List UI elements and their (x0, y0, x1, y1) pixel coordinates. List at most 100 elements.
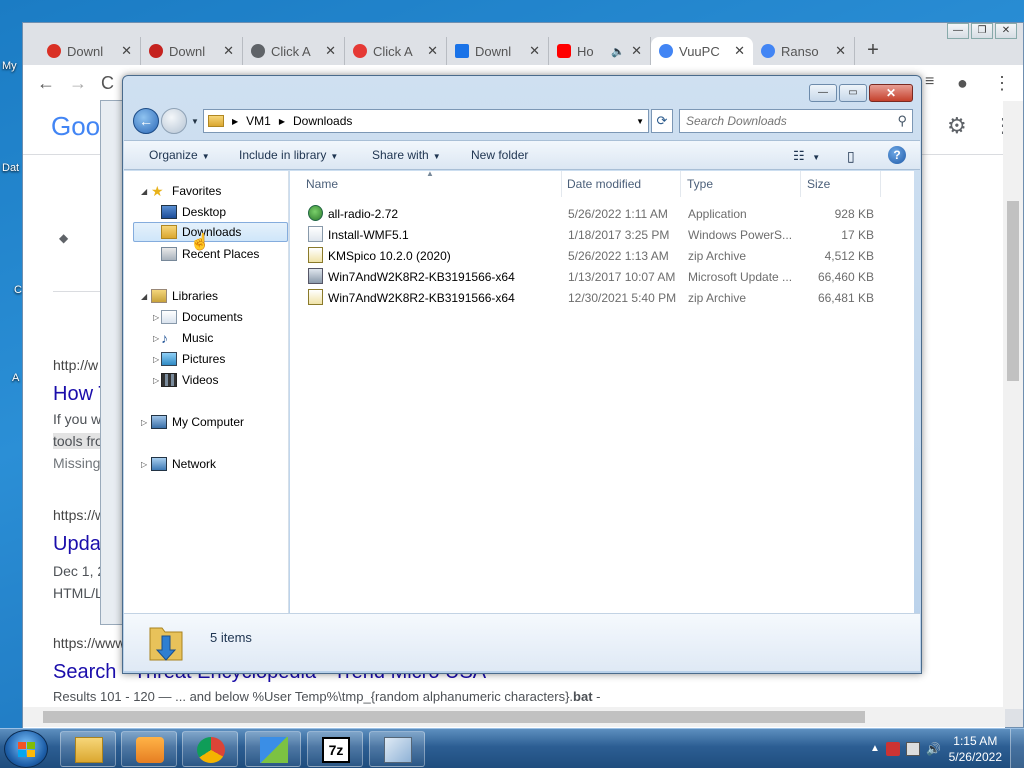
browser-tab[interactable]: Downl ✕ (39, 37, 141, 65)
file-row[interactable]: all-radio-2.72 5/26/2022 1:11 AM Applica… (290, 203, 914, 224)
search-icon[interactable]: ⚲ (897, 113, 907, 129)
new-folder-button[interactable]: New folder (471, 148, 528, 162)
back-arrow-icon[interactable]: ← (37, 73, 55, 94)
scroll-thumb[interactable] (1007, 201, 1019, 381)
show-desktop-button[interactable] (1010, 729, 1024, 768)
nav-downloads[interactable]: Downloads (133, 222, 288, 242)
maximize-button[interactable]: ▭ (839, 84, 867, 102)
preview-pane-icon[interactable]: ▯ (847, 148, 855, 165)
volume-icon[interactable]: 🔊 (926, 742, 941, 756)
taskbar-explorer-button[interactable] (60, 731, 116, 767)
help-icon[interactable]: ? (888, 146, 906, 164)
show-hidden-icons-icon[interactable]: ▲ (870, 743, 880, 754)
expand-arrow-icon[interactable]: ▷ (141, 418, 147, 427)
nav-pictures[interactable]: Pictures (161, 349, 225, 369)
network-tray-icon[interactable] (906, 742, 920, 756)
breadcrumb-item[interactable]: Downloads (293, 114, 352, 128)
nav-recent-places[interactable]: Recent Places (161, 244, 259, 264)
breadcrumb-item[interactable]: VM1 (246, 114, 271, 128)
nav-network[interactable]: Network (151, 454, 216, 474)
tab-close-icon[interactable]: ✕ (427, 43, 438, 59)
minimize-button[interactable]: — (947, 23, 969, 39)
taskbar-media-player-button[interactable] (121, 731, 177, 767)
file-row[interactable]: Win7AndW2K8R2-KB3191566-x64 1/13/2017 10… (290, 266, 914, 287)
browser-tab[interactable]: Ranso ✕ (753, 37, 855, 65)
include-in-library-button[interactable]: Include in library ▼ (239, 148, 338, 162)
expand-arrow-icon[interactable]: ▷ (153, 376, 159, 385)
search-input[interactable] (686, 111, 886, 131)
profile-avatar-icon[interactable]: ● (957, 73, 968, 94)
file-row[interactable]: Install-WMF5.1 1/18/2017 3:25 PM Windows… (290, 224, 914, 245)
expand-arrow-icon[interactable]: ▷ (153, 355, 159, 364)
collapse-arrow-icon[interactable]: ◢ (141, 187, 147, 196)
column-header-date[interactable]: Date modified (561, 171, 681, 197)
minimize-button[interactable]: — (809, 84, 837, 102)
chrome-menu-icon[interactable]: ⋮ (993, 73, 1011, 94)
tab-close-icon[interactable]: ✕ (529, 43, 540, 59)
browser-tab[interactable]: Click A ✕ (243, 37, 345, 65)
expand-arrow-icon[interactable]: ▷ (153, 313, 159, 322)
desktop-icon-label[interactable]: A (12, 372, 19, 384)
taskbar-app-button[interactable] (369, 731, 425, 767)
nav-videos[interactable]: Videos (161, 370, 218, 390)
browser-tab-active[interactable]: VuuPC ✕ (651, 37, 753, 65)
recent-pages-dropdown-icon[interactable]: ▼ (191, 117, 199, 126)
taskbar-7zip-button[interactable]: 7z (307, 731, 363, 767)
mute-icon[interactable]: 🔈 (611, 45, 625, 58)
new-tab-icon[interactable]: + (861, 39, 885, 65)
nav-desktop[interactable]: Desktop (161, 202, 226, 222)
tab-close-icon[interactable]: ✕ (325, 43, 336, 59)
tab-close-icon[interactable]: ✕ (121, 43, 132, 59)
back-button[interactable]: ← (133, 108, 159, 134)
view-options-icon[interactable]: ☷ ▼ (793, 148, 820, 164)
collapse-arrow-icon[interactable]: ◢ (141, 292, 147, 301)
nav-favorites[interactable]: ★ Favorites (151, 181, 221, 201)
start-button[interactable] (4, 730, 48, 768)
action-center-icon[interactable] (886, 742, 900, 756)
browser-tab[interactable]: Downl ✕ (447, 37, 549, 65)
scroll-thumb[interactable] (43, 711, 865, 723)
address-dropdown-icon[interactable]: ▼ (636, 117, 644, 126)
search-box[interactable]: ⚲ (679, 109, 913, 133)
result-url[interactable]: https://w (53, 507, 105, 523)
column-header-type[interactable]: Type (681, 171, 801, 197)
browser-tab[interactable]: Ho 🔈 ✕ (549, 37, 651, 65)
nav-documents[interactable]: Documents (161, 307, 243, 327)
desktop-icon-label[interactable]: My (2, 60, 17, 72)
result-link[interactable]: Upda (53, 533, 101, 556)
address-bar[interactable]: ▶ VM1 ▶ Downloads ▼ (203, 109, 649, 133)
column-header-size[interactable]: Size (801, 171, 881, 197)
file-row[interactable]: KMSpico 10.2.0 (2020) 5/26/2022 1:13 AM … (290, 245, 914, 266)
tab-close-icon[interactable]: ✕ (835, 43, 846, 59)
nav-my-computer[interactable]: My Computer (151, 412, 244, 432)
nav-music[interactable]: ♪ Music (161, 328, 213, 348)
forward-button[interactable] (161, 108, 187, 134)
browser-tab[interactable]: Downl ✕ (141, 37, 243, 65)
google-logo[interactable]: Goo (51, 111, 100, 142)
breadcrumb-separator-icon[interactable]: ▶ (279, 117, 285, 126)
browser-tab[interactable]: Click A ✕ (345, 37, 447, 65)
clock[interactable]: 1:15 AM 5/26/2022 (949, 733, 1002, 765)
breadcrumb-separator-icon[interactable]: ▶ (232, 117, 238, 126)
vertical-scrollbar[interactable] (1003, 101, 1023, 709)
refresh-icon[interactable]: ⟳ (651, 109, 673, 133)
forward-arrow-icon[interactable]: → (69, 73, 87, 94)
tab-close-icon[interactable]: ✕ (734, 43, 745, 59)
reload-icon[interactable]: C (101, 73, 114, 94)
taskbar-chrome-button[interactable] (182, 731, 238, 767)
tab-close-icon[interactable]: ✕ (223, 43, 234, 59)
tab-close-icon[interactable]: ✕ (631, 43, 642, 59)
file-row[interactable]: Win7AndW2K8R2-KB3191566-x64 12/30/2021 5… (290, 287, 914, 308)
settings-gear-icon[interactable]: ⚙ (947, 113, 967, 139)
expand-arrow-icon[interactable]: ▷ (153, 334, 159, 343)
media-control-icon[interactable]: ≡ (925, 73, 934, 91)
nav-libraries[interactable]: Libraries (151, 286, 218, 306)
taskbar-app-button[interactable] (245, 731, 301, 767)
result-url[interactable]: http://w (53, 357, 98, 373)
result-url[interactable]: https://www (53, 635, 125, 651)
expand-arrow-icon[interactable]: ▷ (141, 460, 147, 469)
organize-button[interactable]: Organize ▼ (149, 148, 210, 162)
close-button[interactable]: ✕ (995, 23, 1017, 39)
restore-button[interactable]: ❐ (971, 23, 993, 39)
horizontal-scrollbar[interactable] (23, 707, 1005, 727)
